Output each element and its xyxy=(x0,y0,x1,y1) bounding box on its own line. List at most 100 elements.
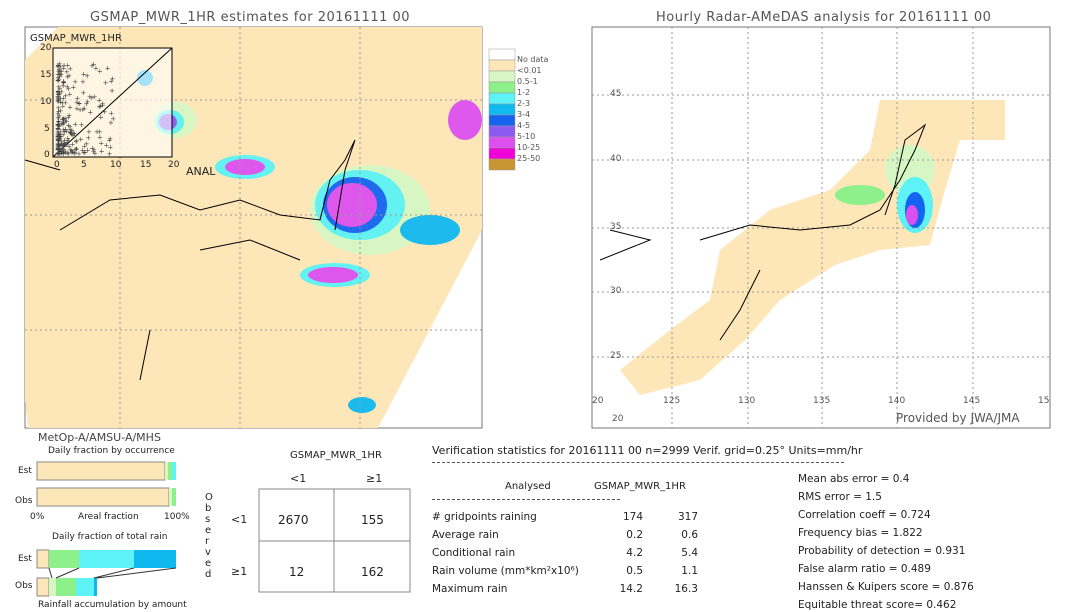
svg-text:+: + xyxy=(97,67,103,75)
stat-analysed: 4.2 xyxy=(626,547,643,559)
legend-swatch xyxy=(488,147,516,160)
inset-xtick: 15 xyxy=(140,160,152,170)
total-rain-obs-bar xyxy=(36,577,97,597)
observed-letter: s xyxy=(205,514,211,525)
legend-swatch xyxy=(488,158,516,171)
accumulation-title: Rainfall accumulation by amount xyxy=(38,600,187,610)
stats-title: Verification statistics for 20161111 00 … xyxy=(432,444,863,457)
axis-mid: Areal fraction xyxy=(78,512,139,522)
lat-tick: 35 xyxy=(610,222,622,232)
stat-analysed: 0.5 xyxy=(626,565,643,577)
stat-label: # gridpoints raining xyxy=(432,511,537,523)
svg-text:+: + xyxy=(79,121,85,129)
lat-tick: 40 xyxy=(610,154,622,164)
svg-text:+: + xyxy=(57,60,63,68)
legend-swatch xyxy=(488,48,516,61)
col-analysed: Analysed xyxy=(505,481,551,492)
legend-swatch xyxy=(488,103,516,116)
svg-text:+: + xyxy=(80,78,86,86)
score-item: RMS error = 1.5 xyxy=(798,491,882,503)
legend-swatch xyxy=(488,81,516,94)
inset-xtick: 20 xyxy=(168,160,180,170)
axis-left: 0% xyxy=(30,512,45,522)
score-item: Mean abs error = 0.4 xyxy=(798,473,910,485)
svg-text:+: + xyxy=(85,134,91,142)
svg-text:+: + xyxy=(106,137,112,145)
legend-swatch xyxy=(488,59,516,72)
observed-letter: O xyxy=(205,492,213,503)
legend-label: 1-2 xyxy=(517,88,531,97)
legend-label: 0.5-1 xyxy=(517,77,538,86)
inset-ytick: 15 xyxy=(40,70,52,80)
svg-text:+: + xyxy=(106,150,112,158)
svg-text:+: + xyxy=(81,143,87,151)
legend-label: 25-50 xyxy=(517,154,541,163)
score-item: Frequency bias = 1.822 xyxy=(798,527,923,539)
cell-value: 162 xyxy=(361,565,384,579)
observed-letter: e xyxy=(205,558,212,569)
cell-value: 2670 xyxy=(278,513,309,527)
inset-xlabel: ANAL xyxy=(186,165,216,178)
inset-xtick: 5 xyxy=(81,160,87,170)
svg-text:+: + xyxy=(91,148,97,156)
svg-text:+: + xyxy=(96,103,102,111)
total-rain-est-bar xyxy=(36,549,176,569)
occurrence-obs-bar xyxy=(36,487,176,507)
svg-text:+: + xyxy=(57,136,63,144)
stat-analysed: 0.2 xyxy=(626,529,643,541)
svg-text:+: + xyxy=(89,62,95,70)
legend-label: <0.01 xyxy=(517,66,542,75)
svg-text:+: + xyxy=(64,68,70,76)
svg-text:+: + xyxy=(73,137,79,145)
svg-text:+: + xyxy=(66,137,72,145)
col-label: ≥1 xyxy=(366,472,383,485)
svg-text:+: + xyxy=(76,100,82,108)
observed-letter: b xyxy=(205,503,212,514)
contingency-header: GSMAP_MWR_1HR xyxy=(290,450,382,461)
satellite-label: MetOp-A/AMSU-A/MHS xyxy=(38,431,161,444)
stat-analysed: 174 xyxy=(622,511,643,523)
svg-text:+: + xyxy=(105,64,111,72)
observed-letter: r xyxy=(205,536,210,547)
obs-label: Obs xyxy=(15,496,33,506)
inset-ytick: 5 xyxy=(44,124,50,134)
score-item: False alarm ratio = 0.489 xyxy=(798,563,931,575)
total-rain-title: Daily fraction of total rain xyxy=(52,532,168,542)
svg-text:+: + xyxy=(57,99,63,107)
stat-label: Conditional rain xyxy=(432,547,516,559)
lon-tick: 125 xyxy=(663,396,681,406)
axis-right: 100% xyxy=(164,512,190,522)
observed-letter: e xyxy=(205,525,212,536)
legend-swatch xyxy=(488,136,516,149)
legend-label: 5-10 xyxy=(517,132,536,141)
score-item: Correlation coeff = 0.724 xyxy=(798,509,931,521)
row-label: <1 xyxy=(231,513,248,526)
inset-ytick: 0 xyxy=(44,150,50,160)
svg-text:+: + xyxy=(65,85,71,93)
svg-text:+: + xyxy=(69,147,75,155)
stat-label: Rain volume (mm*km²x10⁶) xyxy=(432,565,579,577)
stat-gsmap: 5.4 xyxy=(681,547,698,559)
stat-label: Maximum rain xyxy=(432,583,508,595)
svg-text:+: + xyxy=(80,89,86,97)
svg-text:+: + xyxy=(55,114,61,122)
stat-gsmap: 1.1 xyxy=(681,565,698,577)
score-item: Hanssen & Kuipers score = 0.876 xyxy=(798,581,974,593)
svg-text:+: + xyxy=(66,111,72,119)
lat-tick: 20 xyxy=(612,414,624,424)
credit: Provided by JWA/JMA xyxy=(896,411,1020,425)
stat-gsmap: 16.3 xyxy=(674,583,698,595)
legend-label: 10-25 xyxy=(517,143,541,152)
legend-swatch xyxy=(488,125,516,138)
legend-swatch xyxy=(488,114,516,127)
legend-label: 3-4 xyxy=(517,110,531,119)
inset-ytick: 20 xyxy=(40,43,52,53)
lat-tick: 30 xyxy=(610,286,622,296)
est-label: Est xyxy=(18,466,32,476)
svg-text:+: + xyxy=(109,87,115,95)
score-item: Equitable threat score= 0.462 xyxy=(798,599,957,611)
inset-xtick: 10 xyxy=(110,160,122,170)
lon-tick: 20 xyxy=(592,396,604,406)
col-label: <1 xyxy=(290,472,307,485)
svg-text:+: + xyxy=(57,71,63,79)
